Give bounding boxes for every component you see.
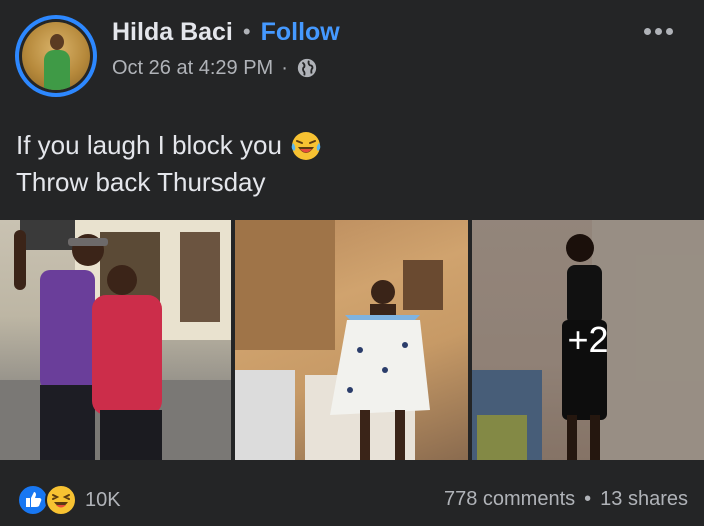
photo-3[interactable]: +2 [472,220,704,460]
avatar-frame [19,19,93,93]
photo-grid: +2 [0,220,704,460]
more-dot [643,27,651,35]
post-header: Hilda Baci • Follow Oct 26 at 4:29 PM · [0,0,704,110]
follow-button[interactable]: Follow [261,18,340,47]
avatar-figure-head [50,34,64,50]
photo-1[interactable] [0,220,231,460]
more-dot [665,27,673,35]
globe-icon [297,58,317,78]
caption-line-2: Throw back Thursday [16,164,322,201]
post-footer: 10K 778 comments • 13 shares [0,468,704,526]
stats-separator: • [584,488,592,510]
meta-separator: · [281,56,288,79]
post-timestamp[interactable]: Oct 26 at 4:29 PM [112,57,273,80]
author-avatar[interactable] [15,15,97,97]
caption-text-1: If you laugh I block you [16,130,282,160]
photo-2-illustration [235,220,443,460]
engagement-stats: 778 comments • 13 shares [444,488,688,511]
author-row: Hilda Baci • Follow [112,15,340,49]
laughing-with-tears-emoji [291,131,321,160]
more-photos-overlay[interactable]: +2 [472,220,704,460]
caption-text-2: Throw back Thursday [16,167,266,197]
comments-count[interactable]: 778 comments [444,488,575,511]
author-name[interactable]: Hilda Baci [112,18,233,47]
post-meta: Oct 26 at 4:29 PM · [112,54,318,82]
reaction-count: 10K [85,488,121,511]
avatar-figure-body [44,50,70,90]
shares-count[interactable]: 13 shares [600,488,688,511]
more-dot [654,27,662,35]
avatar-photo [22,22,90,90]
post-caption: If you laugh I block you Throw back Thur… [16,127,322,201]
photo-1-illustration [0,220,231,460]
reactions-summary[interactable]: 10K [17,484,121,516]
haha-reaction-icon [45,484,77,516]
photo-2[interactable] [235,220,468,460]
more-options-icon[interactable] [638,18,678,44]
more-photos-count: +2 [567,319,609,360]
separator-dot: • [242,19,251,44]
caption-line-1: If you laugh I block you [16,127,322,164]
